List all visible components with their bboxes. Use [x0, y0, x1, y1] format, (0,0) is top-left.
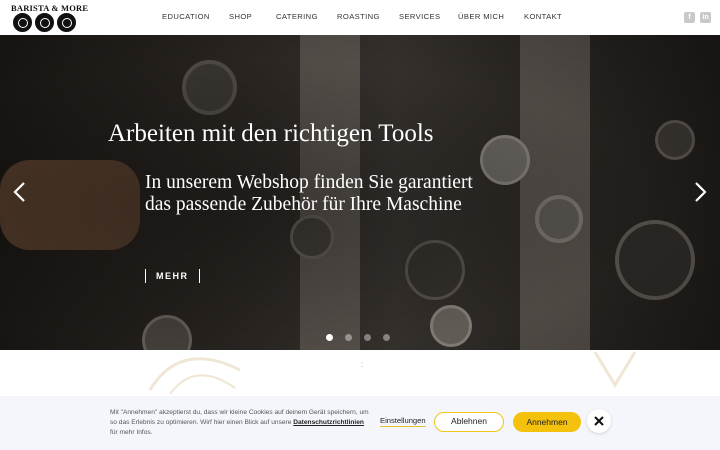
privacy-policy-link[interactable]: Datenschutzrichtlinien [293, 419, 364, 426]
cookie-settings-link[interactable]: Einstellungen [380, 416, 426, 427]
close-icon [594, 416, 604, 426]
cookie-message: Mit "Annehmen" akzeptierst du, dass wir … [110, 408, 372, 438]
hero-more-button[interactable]: MEHR [145, 269, 200, 283]
cookie-consent-bar: Mit "Annehmen" akzeptierst du, dass wir … [0, 396, 720, 450]
close-button[interactable] [587, 409, 611, 433]
decline-button[interactable]: Ablehnen [434, 412, 504, 432]
coffee-bean-illustration-icon [593, 351, 637, 388]
main-nav: EDUCATION SHOP CATERING ROASTING SERVICE… [0, 0, 720, 35]
nav-item-catering[interactable]: CATERING [276, 12, 318, 21]
nav-item-ueber-mich[interactable]: ÜBER MICH [458, 12, 504, 21]
cookie-text-after: für mehr Infos. [110, 429, 153, 436]
nav-item-shop[interactable]: SHOP [229, 12, 252, 21]
site-header: BARISTA & MORE EDUCATION SHOP CATERING R… [0, 0, 720, 35]
slider-dot[interactable] [383, 334, 390, 341]
slider-dot[interactable] [345, 334, 352, 341]
nav-item-services[interactable]: SERVICES [399, 12, 440, 21]
hero-slider: Arbeiten mit den richtigen Tools In unse… [0, 35, 720, 350]
accept-button[interactable]: Annehmen [513, 412, 581, 432]
nav-item-education[interactable]: EDUCATION [162, 12, 210, 21]
scroll-indicator-icon: : [361, 360, 364, 369]
slider-pagination [326, 334, 390, 341]
chevron-left-icon[interactable] [11, 180, 29, 204]
chevron-right-icon[interactable] [691, 180, 709, 204]
hero-subtitle: In unserem Webshop finden Sie garantiert… [145, 172, 473, 215]
nav-item-kontakt[interactable]: KONTAKT [524, 12, 562, 21]
coffee-leaf-illustration-icon [148, 357, 241, 395]
hero-title: Arbeiten mit den richtigen Tools [108, 120, 434, 147]
facebook-icon[interactable]: f [684, 12, 695, 23]
slider-dot[interactable] [326, 334, 333, 341]
nav-item-roasting[interactable]: ROASTING [337, 12, 380, 21]
content-section [0, 350, 720, 396]
linkedin-icon[interactable]: in [700, 12, 711, 23]
slider-dot[interactable] [364, 334, 371, 341]
